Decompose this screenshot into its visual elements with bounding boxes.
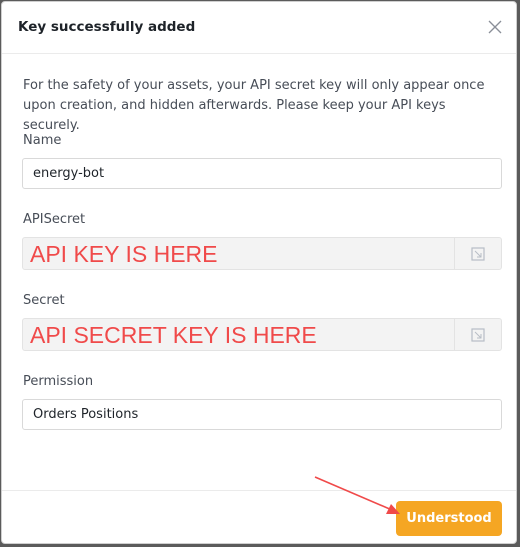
api-secret-field[interactable]: API KEY IS HERE	[22, 237, 502, 270]
security-notice: For the safety of your assets, your API …	[23, 78, 485, 133]
close-icon[interactable]	[486, 18, 504, 36]
api-secret-label: APISecret	[23, 212, 86, 227]
copy-api-secret-button[interactable]	[454, 238, 501, 269]
name-field[interactable]	[22, 158, 502, 189]
name-label: Name	[23, 133, 62, 148]
footer-divider	[2, 490, 516, 491]
copy-icon	[471, 247, 485, 261]
secret-value: API SECRET KEY IS HERE	[30, 322, 317, 348]
dialog-header: Key successfully added	[2, 2, 516, 54]
secret-label: Secret	[23, 293, 65, 308]
copy-icon	[471, 328, 485, 342]
api-secret-value: API KEY IS HERE	[30, 241, 218, 267]
copy-secret-button[interactable]	[454, 319, 501, 350]
dialog-title: Key successfully added	[18, 19, 196, 35]
understood-button[interactable]: Understood	[396, 501, 502, 536]
secret-field[interactable]: API SECRET KEY IS HERE	[22, 318, 502, 351]
permission-field[interactable]	[22, 399, 502, 430]
key-added-dialog: Key successfully added For the safety of…	[1, 1, 517, 544]
permission-label: Permission	[23, 374, 94, 389]
